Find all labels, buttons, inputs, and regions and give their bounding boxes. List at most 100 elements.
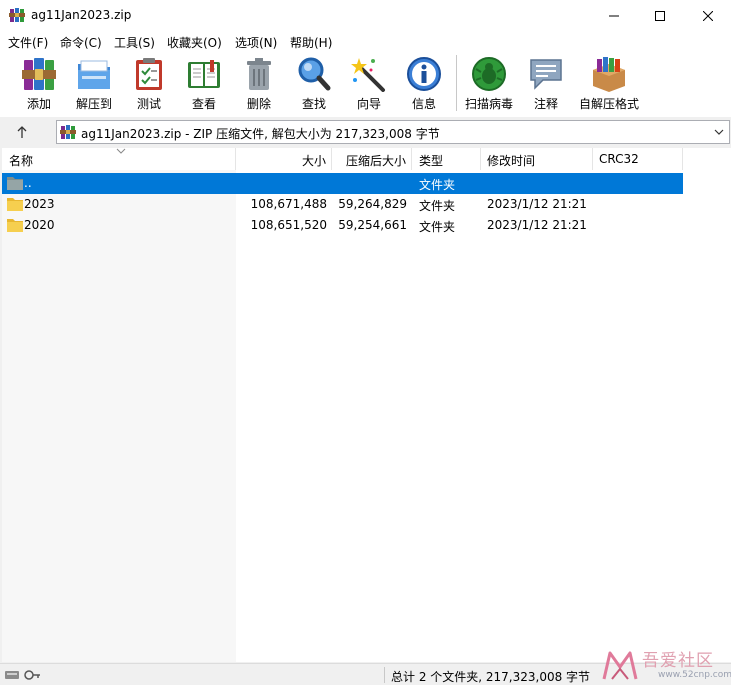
menu-favorites[interactable]: 收藏夹(O)	[167, 34, 222, 51]
minimize-button[interactable]	[591, 0, 637, 32]
wizard-wand-icon	[351, 58, 385, 92]
column-header-packed[interactable]: 压缩后大小	[332, 148, 412, 170]
file-list[interactable]: 名称 大小 压缩后大小 类型 修改时间 CRC32 .. 文件夹 2023 10…	[2, 148, 731, 662]
address-bar: ag11Jan2023.zip - ZIP 压缩文件, 解包大小为 217,32…	[0, 117, 731, 147]
view-button[interactable]: 查看	[176, 54, 232, 114]
extract-to-label: 解压到	[75, 97, 112, 111]
drive-key-icon	[5, 670, 40, 680]
list-item-2020[interactable]: 2020 108,651,520 59,254,661 文件夹 2023/1/1…	[2, 215, 683, 236]
view-book-icon	[188, 60, 220, 88]
item-name: ..	[24, 176, 32, 190]
trash-can-icon	[247, 58, 271, 90]
toolbar-separator	[456, 55, 457, 111]
column-header-type-label: 类型	[419, 154, 444, 168]
menu-commands[interactable]: 命令(C)	[60, 34, 102, 51]
add-label: 添加	[26, 97, 51, 111]
menu-file[interactable]: 文件(F)	[8, 34, 48, 51]
sort-chevron-icon	[116, 148, 126, 154]
column-header-packed-label: 压缩后大小	[345, 154, 406, 168]
watermark-url: www.52cnp.com	[658, 670, 731, 680]
wizard-button[interactable]: 向导	[341, 54, 397, 114]
find-button[interactable]: 查找	[286, 54, 342, 114]
item-type: 文件夹	[419, 178, 456, 192]
site-watermark: 吾爱社区 www.52cnp.com	[598, 644, 731, 685]
item-size: 108,651,520	[250, 218, 327, 232]
item-modified: 2023/1/12 21:21	[487, 218, 587, 232]
virus-scan-button[interactable]: 扫描病毒	[461, 54, 517, 114]
winrar-books-icon	[9, 8, 25, 22]
delete-label: 删除	[246, 97, 271, 111]
maximize-button[interactable]	[637, 0, 683, 32]
list-item-2023[interactable]: 2023 108,671,488 59,264,829 文件夹 2023/1/1…	[2, 194, 683, 215]
up-folder-button[interactable]	[11, 122, 33, 142]
status-summary: 总计 2 个文件夹, 217,323,008 字节	[391, 670, 591, 684]
sfx-box-icon	[593, 57, 625, 92]
item-type: 文件夹	[419, 220, 456, 234]
item-type: 文件夹	[419, 199, 456, 213]
column-header-size-label: 大小	[301, 154, 326, 168]
winrar-books-icon	[60, 125, 76, 139]
parent-folder-icon	[7, 177, 23, 190]
arrow-up-icon	[17, 126, 27, 138]
list-header: 名称 大小 压缩后大小 类型 修改时间 CRC32	[2, 148, 731, 170]
details-column-background	[236, 170, 731, 662]
comment-button[interactable]: 注释	[518, 54, 574, 114]
virus-scan-label: 扫描病毒	[464, 97, 513, 111]
item-name: 2020	[24, 218, 55, 232]
test-label: 测试	[136, 97, 161, 111]
find-label: 查找	[301, 97, 326, 111]
address-path-text: ag11Jan2023.zip - ZIP 压缩文件, 解包大小为 217,32…	[81, 127, 440, 141]
close-icon	[703, 11, 713, 21]
column-header-modified-label: 修改时间	[487, 154, 536, 168]
menu-options[interactable]: 选项(N)	[235, 34, 277, 51]
delete-button[interactable]: 删除	[231, 54, 287, 114]
column-header-type[interactable]: 类型	[412, 148, 481, 170]
menu-help[interactable]: 帮助(H)	[290, 34, 332, 51]
chevron-down-icon	[714, 129, 724, 135]
item-modified: 2023/1/12 21:21	[487, 197, 587, 211]
comment-icon	[530, 59, 562, 90]
item-size: 108,671,488	[250, 197, 327, 211]
watermark-logo-icon	[602, 651, 638, 680]
extract-to-button[interactable]: 解压到	[66, 54, 122, 114]
title-bar: ag11Jan2023.zip	[0, 0, 731, 32]
column-header-crc[interactable]: CRC32	[593, 148, 683, 170]
item-packed-size: 59,264,829	[338, 197, 407, 211]
extract-folder-icon	[78, 60, 110, 89]
view-label: 查看	[191, 97, 216, 111]
close-button[interactable]	[685, 0, 731, 32]
folder-icon	[7, 219, 23, 232]
item-name: 2023	[24, 197, 55, 211]
watermark-text: 吾爱社区	[642, 651, 714, 671]
wizard-label: 向导	[356, 97, 381, 111]
menu-tools[interactable]: 工具(S)	[114, 34, 155, 51]
column-header-name-label: 名称	[9, 154, 34, 168]
column-header-size[interactable]: 大小	[236, 148, 332, 170]
test-clipboard-icon	[136, 58, 162, 90]
folder-icon	[7, 198, 23, 211]
add-archive-icon	[22, 58, 56, 90]
sfx-label: 自解压格式	[578, 97, 639, 111]
list-item-parent-folder[interactable]: .. 文件夹	[2, 173, 683, 194]
column-header-modified[interactable]: 修改时间	[481, 148, 593, 170]
status-separator	[384, 667, 385, 683]
comment-label: 注释	[533, 97, 558, 111]
test-button[interactable]: 测试	[121, 54, 177, 114]
info-icon	[407, 57, 441, 91]
name-column-background	[2, 170, 236, 662]
maximize-icon	[655, 11, 665, 21]
minimize-icon	[609, 15, 619, 17]
address-path-box[interactable]: ag11Jan2023.zip - ZIP 压缩文件, 解包大小为 217,32…	[56, 120, 730, 144]
item-packed-size: 59,254,661	[338, 218, 407, 232]
virus-scan-icon	[472, 57, 506, 91]
toolbar: 添加 解压到 测试 查看 删除 查找 向导 信息 扫描病毒 注释 自解压格式	[0, 51, 731, 117]
info-button[interactable]: 信息	[396, 54, 452, 114]
menu-bar: 文件(F) 命令(C) 工具(S) 收藏夹(O) 选项(N) 帮助(H)	[0, 32, 731, 51]
add-button[interactable]: 添加	[11, 54, 67, 114]
column-header-crc-label: CRC32	[599, 152, 639, 166]
address-dropdown-button[interactable]	[713, 125, 725, 139]
sfx-button[interactable]: 自解压格式	[575, 54, 643, 114]
find-magnifier-icon	[298, 57, 331, 91]
column-header-name[interactable]: 名称	[2, 148, 236, 170]
info-label: 信息	[411, 97, 436, 111]
